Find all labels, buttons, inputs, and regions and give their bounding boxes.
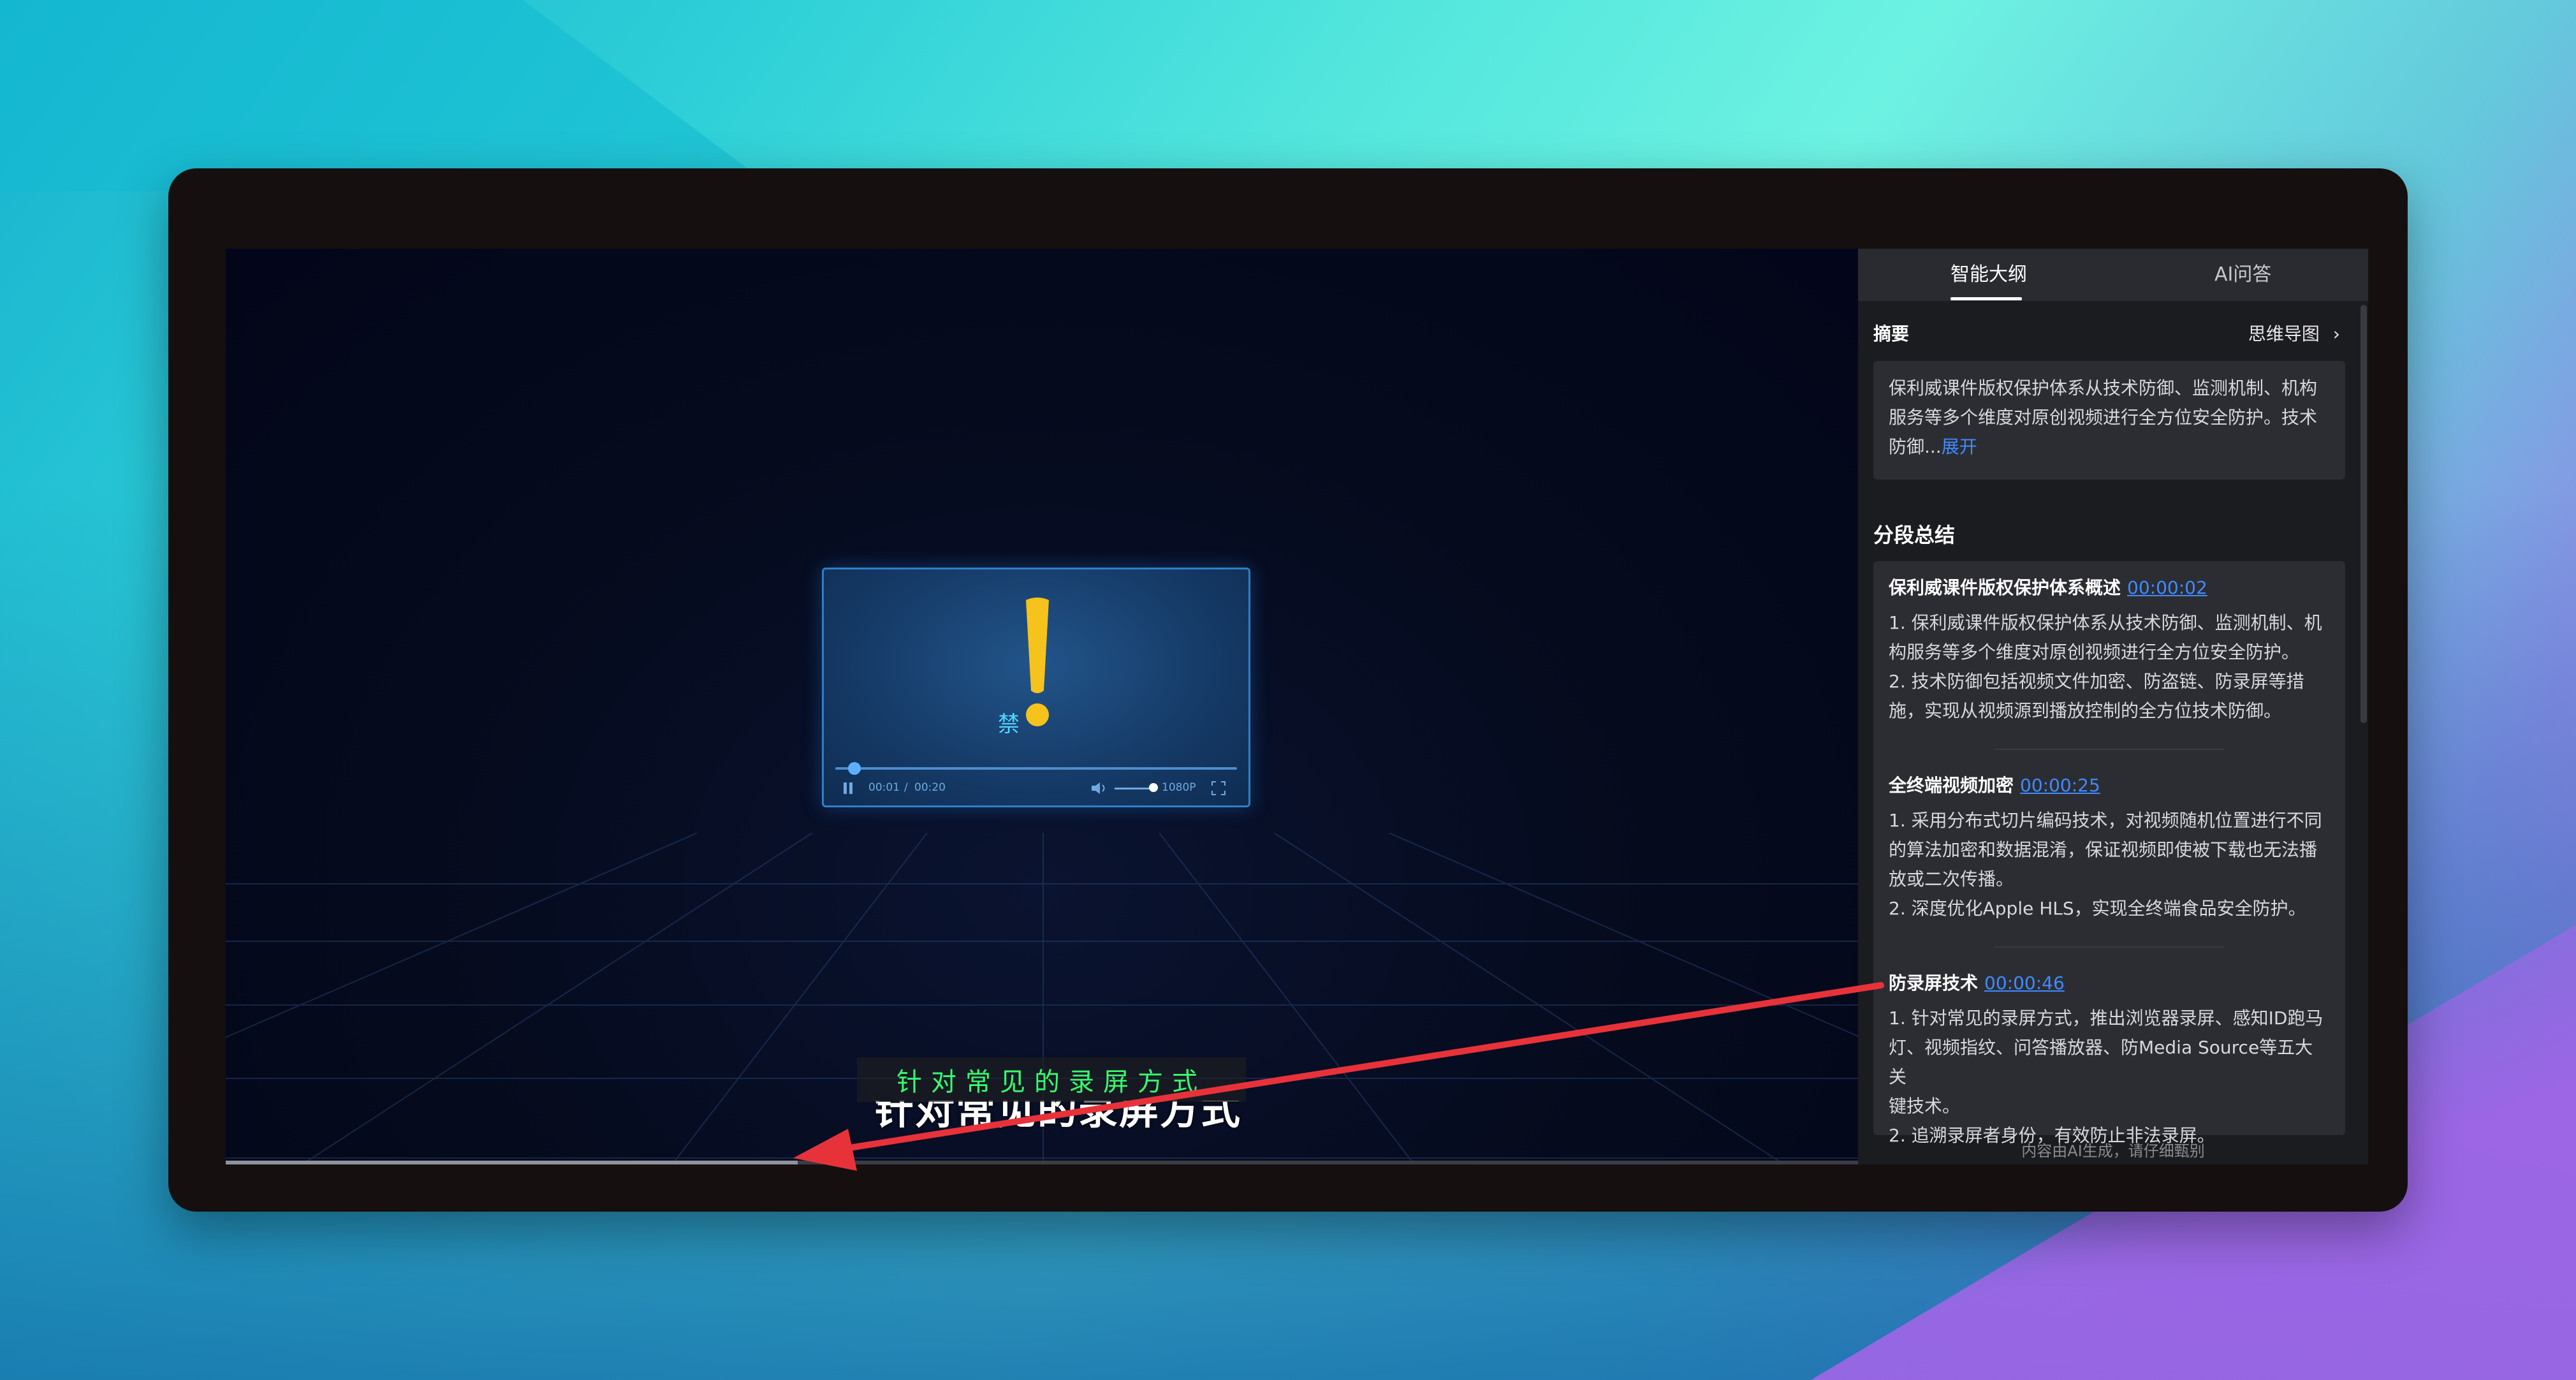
mock-controls: 00:01 / 00:20 1080P — [835, 781, 1237, 800]
volume-icon — [1090, 781, 1109, 798]
expand-link[interactable]: 展开 — [1942, 436, 1977, 457]
segment-heading: 防录屏技术 00:00:46 — [1889, 969, 2065, 995]
segments-card: 保利威课件版权保护体系概述 00:00:02 1. 保利威课件版权保护体系从技术防… — [1873, 561, 2345, 1146]
mindmap-label: 思维导图 — [2248, 323, 2320, 344]
panel-scrollbar[interactable] — [2360, 305, 2367, 723]
mock-volume-track — [1115, 788, 1154, 789]
segment-body: 1. 保利威课件版权保护体系从技术防御、监测机制、机 构服务等多个维度对原创视频… — [1889, 608, 2329, 726]
mock-time-current: 00:01 — [868, 781, 900, 794]
outline-panel: 智能大纲 AI问答 摘要 思维导图 › 保利威课件版权保护体系从技术防御、监测机… — [1858, 249, 2368, 1164]
segment-body: 1. 针对常见的录屏方式，推出浏览器录屏、感知ID跑马 灯、视频指纹、问答播放器… — [1889, 1004, 2329, 1150]
segment-line: 灯、视频指纹、问答播放器、防Media Source等五大关 — [1889, 1037, 2313, 1087]
summary-text: 保利威课件版权保护体系从技术防御、监测机制、机构 服务等多个维度对原创视频进行全… — [1889, 374, 2329, 462]
pause-icon — [843, 781, 853, 798]
segment-line: 2. 深度优化Apple HLS，实现全终端食品安全防护。 — [1889, 898, 2306, 919]
segment-title: 防录屏技术 — [1889, 973, 1979, 994]
segment-line: 2. 技术防御包括视频文件加密、防盗链、防录屏等措 — [1889, 671, 2304, 692]
segment-divider — [1994, 946, 2224, 948]
video-progress-fill — [226, 1161, 798, 1164]
subtitle-caption: 针对常见的录屏方式 — [857, 1057, 1246, 1102]
mock-time-total: 00:20 — [914, 781, 946, 794]
ban-label: 禁 — [998, 712, 1020, 737]
segment-heading: 保利威课件版权保护体系概述 00:00:02 — [1889, 574, 2207, 599]
mock-player-illustration: 禁 00:01 / 00:20 1080P — [822, 568, 1250, 807]
active-tab-indicator — [1950, 297, 2022, 300]
segment-line: 1. 保利威课件版权保护体系从技术防御、监测机制、机 — [1889, 612, 2322, 633]
video-progress-bar[interactable] — [226, 1161, 1861, 1164]
summary-line: 保利威课件版权保护体系从技术防御、监测机制、机构 — [1889, 378, 2318, 399]
segment-line: 放或二次传播。 — [1889, 869, 2014, 890]
summary-line: 防御...展开 — [1889, 432, 2329, 462]
mock-volume-knob — [1149, 783, 1158, 792]
tab-smart-outline[interactable]: 智能大纲 — [1950, 249, 2027, 301]
fullscreen-icon — [1211, 781, 1226, 798]
segment-title: 保利威课件版权保护体系概述 — [1889, 577, 2121, 598]
mindmap-link[interactable]: 思维导图 › — [2248, 320, 2340, 346]
segment-line: 1. 针对常见的录屏方式，推出浏览器录屏、感知ID跑马 — [1889, 1008, 2324, 1029]
player-window: 禁 00:01 / 00:20 1080P 针对常见的录屏方式 针对常见的录屏方… — [168, 168, 2408, 1212]
segments-title: 分段总结 — [1873, 523, 1956, 547]
segment-body: 1. 采用分布式切片编码技术，对视频随机位置进行不同 的算法加密和数据混淆，保证… — [1889, 806, 2329, 923]
segment-line: 键技术。 — [1889, 1096, 1961, 1117]
segment-line: 构服务等多个维度对原创视频进行全方位安全防护。 — [1889, 642, 2300, 663]
mock-progress-track — [835, 767, 1237, 770]
segment-timestamp[interactable]: 00:00:25 — [2020, 775, 2100, 796]
segment-line: 1. 采用分布式切片编码技术，对视频随机位置进行不同 — [1889, 810, 2322, 831]
segment-line: 的算法加密和数据混淆，保证视频即使被下载也无法播 — [1889, 839, 2318, 860]
summary-line: 服务等多个维度对原创视频进行全方位安全防护。技术 — [1889, 407, 2318, 428]
mock-time-separator: / — [904, 781, 908, 794]
summary-line-text: 防御... — [1889, 436, 1942, 457]
chevron-right-icon: › — [2332, 323, 2340, 344]
mock-progress-knob — [848, 762, 861, 775]
segment-line: 施，实现从视频源到播放控制的全方位技术防御。 — [1889, 700, 2282, 721]
tab-ai-qa[interactable]: AI问答 — [2214, 249, 2271, 301]
segment-timestamp[interactable]: 00:00:02 — [2127, 577, 2207, 598]
segment-divider — [1994, 749, 2224, 750]
mock-quality: 1080P — [1162, 781, 1196, 794]
video-area[interactable]: 禁 00:01 / 00:20 1080P 针对常见的录屏方式 针对常见的录屏方… — [226, 249, 1861, 1164]
panel-tabs: 智能大纲 AI问答 — [1858, 249, 2368, 301]
segment-timestamp[interactable]: 00:00:46 — [1984, 973, 2065, 994]
summary-card: 保利威课件版权保护体系从技术防御、监测机制、机构 服务等多个维度对原创视频进行全… — [1873, 361, 2345, 480]
ai-disclaimer: 内容由AI生成，请仔细甄别 — [2021, 1142, 2205, 1160]
summary-title: 摘要 — [1873, 323, 1910, 344]
segment-title: 全终端视频加密 — [1889, 775, 2014, 796]
segment-heading: 全终端视频加密 00:00:25 — [1889, 772, 2100, 797]
